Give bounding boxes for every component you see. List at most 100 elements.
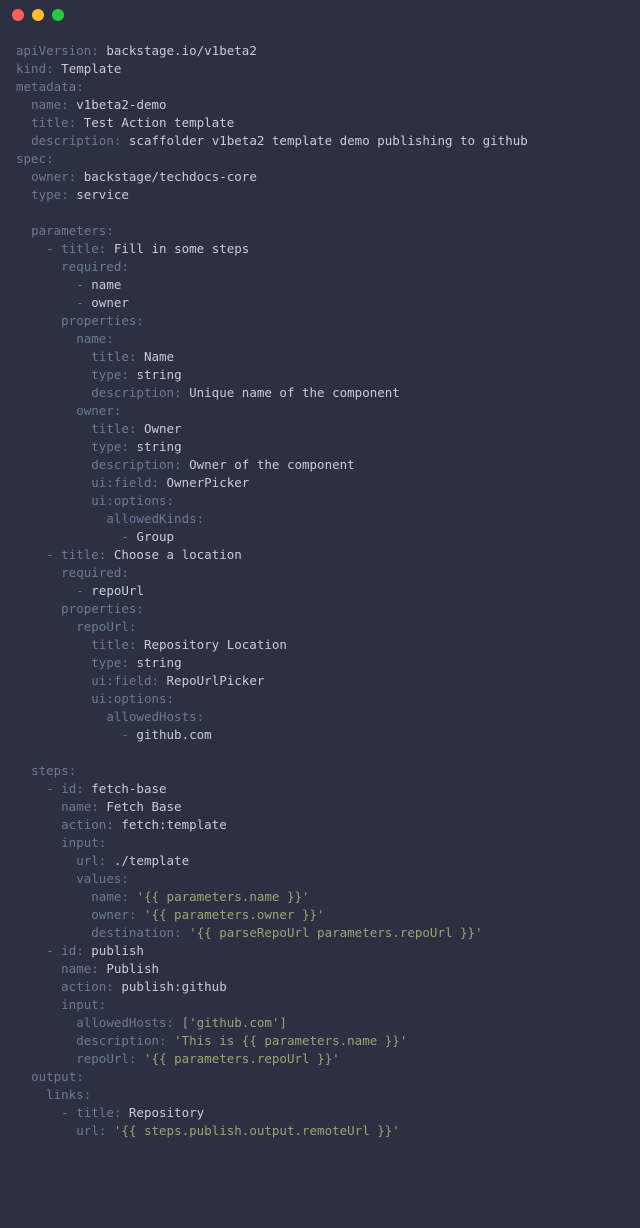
val-metadata-title: Test Action template <box>84 115 235 130</box>
close-icon[interactable] <box>12 9 24 21</box>
key-name: name: <box>61 961 99 976</box>
val-metadata-description: scaffolder v1beta2 template demo publish… <box>129 133 528 148</box>
key-url: url: <box>76 1123 106 1138</box>
key-repoUrl: repoUrl: <box>76 1051 136 1066</box>
key-allowedHosts: allowedHosts: <box>76 1015 174 1030</box>
key-description: description: <box>76 1033 166 1048</box>
key-title: title: <box>76 1105 121 1120</box>
key-name: name: <box>31 97 69 112</box>
val-step1-repoUrl: '{{ parameters.repoUrl }}' <box>144 1051 340 1066</box>
val-step1-id: publish <box>91 943 144 958</box>
key-ui-options: ui:options: <box>91 691 174 706</box>
key-title: title: <box>91 637 136 652</box>
key-name: name: <box>61 799 99 814</box>
val-step1-allowedHosts: ['github.com'] <box>182 1015 287 1030</box>
key-values: values: <box>76 871 129 886</box>
key-type: type: <box>91 367 129 382</box>
val-spec-type: service <box>76 187 129 202</box>
key-input: input: <box>61 835 106 850</box>
val-param0-title: Fill in some steps <box>114 241 249 256</box>
val-metadata-name: v1beta2-demo <box>76 97 166 112</box>
key-title: title: <box>91 349 136 364</box>
val-apiVersion: backstage.io/v1beta2 <box>106 43 257 58</box>
key-action: action: <box>61 979 114 994</box>
key-description: description: <box>91 457 181 472</box>
key-description: description: <box>31 133 121 148</box>
key-ui-options: ui:options: <box>91 493 174 508</box>
list-dash: - <box>46 241 54 256</box>
list-dash: - <box>121 727 129 742</box>
val-spec-owner: backstage/techdocs-core <box>84 169 257 184</box>
val-param1-title: Choose a location <box>114 547 242 562</box>
val-step0-name: Fetch Base <box>106 799 181 814</box>
key-parameters: parameters: <box>31 223 114 238</box>
val-output-link-title: Repository <box>129 1105 204 1120</box>
val-required-repoUrl: repoUrl <box>91 583 144 598</box>
code-block: apiVersion: backstage.io/v1beta2 kind: T… <box>0 30 640 1156</box>
key-name: name: <box>91 889 129 904</box>
key-description: description: <box>91 385 181 400</box>
key-ui-field: ui:field: <box>91 673 159 688</box>
val-kind: Template <box>61 61 121 76</box>
val-prop-owner-type: string <box>136 439 181 454</box>
val-prop-owner-title: Owner <box>144 421 182 436</box>
key-input: input: <box>61 997 106 1012</box>
val-step1-action: publish:github <box>121 979 226 994</box>
key-owner: owner: <box>31 169 76 184</box>
key-metadata: metadata: <box>16 79 84 94</box>
key-title: title: <box>91 421 136 436</box>
key-type: type: <box>91 655 129 670</box>
list-dash: - <box>46 943 54 958</box>
val-step0-values-owner: '{{ parameters.owner }}' <box>144 907 325 922</box>
val-step0-id: fetch-base <box>91 781 166 796</box>
minimize-icon[interactable] <box>32 9 44 21</box>
maximize-icon[interactable] <box>52 9 64 21</box>
key-owner: owner: <box>91 907 136 922</box>
key-ui-field: ui:field: <box>91 475 159 490</box>
key-required: required: <box>61 565 129 580</box>
val-output-link-url: '{{ steps.publish.output.remoteUrl }}' <box>114 1123 400 1138</box>
key-id: id: <box>61 943 84 958</box>
list-dash: - <box>46 547 54 562</box>
list-dash: - <box>76 583 84 598</box>
list-dash: - <box>76 295 84 310</box>
val-step0-values-name: '{{ parameters.name }}' <box>136 889 309 904</box>
key-owner: owner: <box>76 403 121 418</box>
key-title: title: <box>31 115 76 130</box>
val-required-owner: owner <box>91 295 129 310</box>
val-prop-repoUrl-title: Repository Location <box>144 637 287 652</box>
val-allowedHosts-0: github.com <box>136 727 211 742</box>
key-kind: kind: <box>16 61 54 76</box>
key-type: type: <box>31 187 69 202</box>
list-dash: - <box>76 277 84 292</box>
key-title: title: <box>61 241 106 256</box>
val-prop-repoUrl-uifield: RepoUrlPicker <box>167 673 265 688</box>
key-allowedHosts: allowedHosts: <box>106 709 204 724</box>
key-id: id: <box>61 781 84 796</box>
val-prop-name-desc: Unique name of the component <box>189 385 400 400</box>
key-type: type: <box>91 439 129 454</box>
key-allowedKinds: allowedKinds: <box>106 511 204 526</box>
list-dash: - <box>121 529 129 544</box>
key-spec: spec: <box>16 151 54 166</box>
val-step1-name: Publish <box>106 961 159 976</box>
key-apiVersion: apiVersion: <box>16 43 99 58</box>
key-name: name: <box>76 331 114 346</box>
val-step0-values-dest: '{{ parseRepoUrl parameters.repoUrl }}' <box>189 925 483 940</box>
val-step1-description: 'This is {{ parameters.name }}' <box>174 1033 407 1048</box>
val-allowedKinds-0: Group <box>136 529 174 544</box>
key-repoUrl: repoUrl: <box>76 619 136 634</box>
val-step0-url: ./template <box>114 853 189 868</box>
key-title: title: <box>61 547 106 562</box>
key-properties: properties: <box>61 313 144 328</box>
val-prop-owner-uifield: OwnerPicker <box>167 475 250 490</box>
key-steps: steps: <box>31 763 76 778</box>
key-url: url: <box>76 853 106 868</box>
key-properties: properties: <box>61 601 144 616</box>
val-step0-action: fetch:template <box>121 817 226 832</box>
key-links: links: <box>46 1087 91 1102</box>
val-prop-repoUrl-type: string <box>136 655 181 670</box>
key-required: required: <box>61 259 129 274</box>
val-prop-name-type: string <box>136 367 181 382</box>
window-titlebar <box>0 0 640 30</box>
